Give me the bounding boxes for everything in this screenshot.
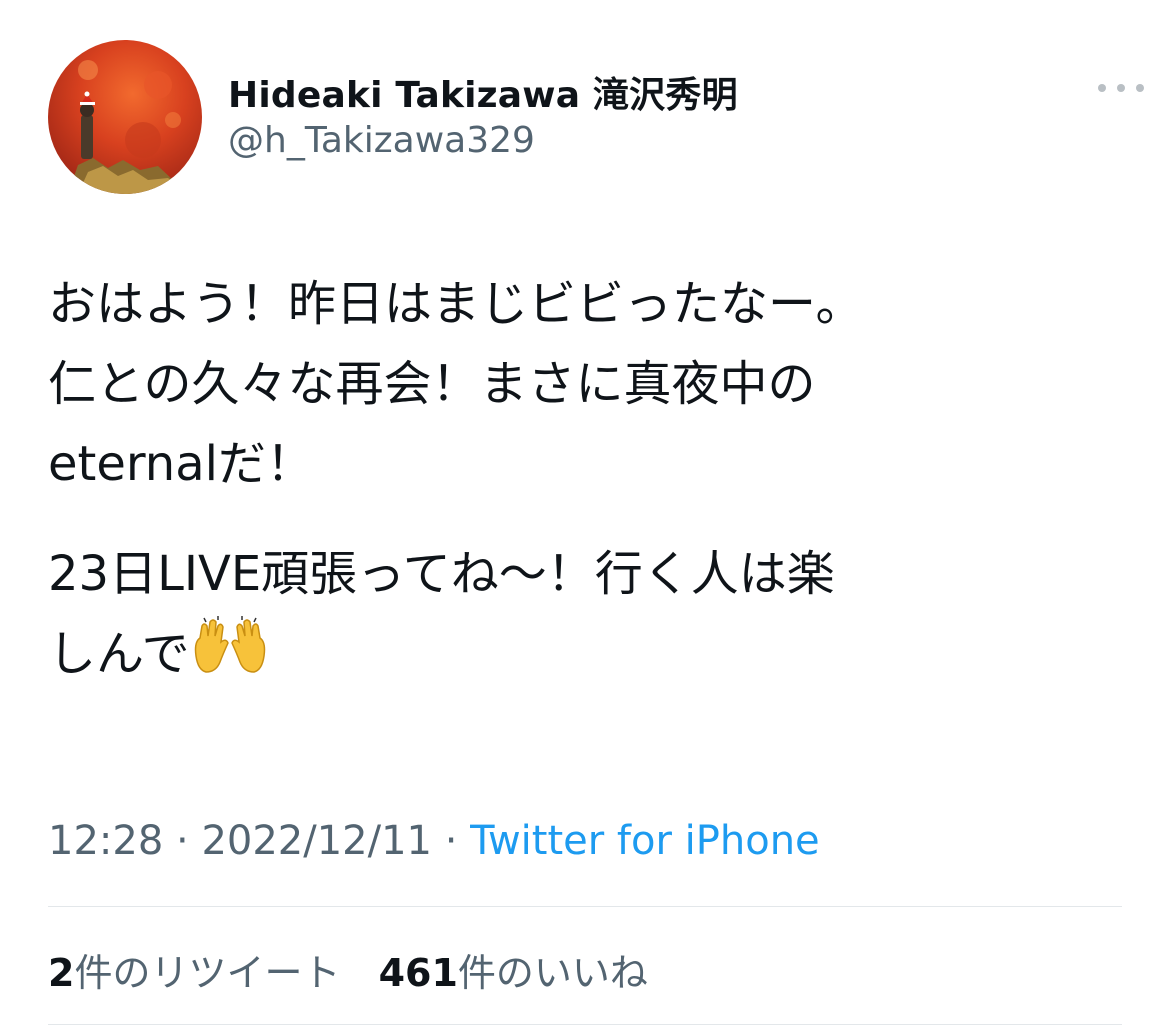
likes-count: 461 [378, 951, 458, 995]
tweet-line: しんで [48, 626, 190, 682]
tweet-line: 仁との久々な再会！まさに真夜中の [48, 356, 816, 412]
tweet-date[interactable]: 2022/12/11 [201, 818, 432, 864]
meta-separator: · [163, 818, 202, 864]
tweet-time[interactable]: 12:28 [48, 818, 163, 864]
author-name[interactable]: Hideaki Takizawa 滝沢秀明 [228, 66, 738, 118]
author-handle[interactable]: @h_Takizawa329 [228, 120, 535, 161]
more-horizontal-icon-dot [1117, 84, 1125, 92]
tweet-text: おはよう！昨日はまじビビったなー。 仁との久々な再会！まさに真夜中の etern… [48, 264, 1128, 694]
more-horizontal-icon [1098, 84, 1106, 92]
retweets-stat[interactable]: 2件のリツイート [48, 951, 340, 995]
more-options-button[interactable] [1098, 78, 1144, 98]
likes-label: 件のいいね [457, 951, 648, 995]
tweet-source-link[interactable]: Twitter for iPhone [470, 818, 820, 864]
more-horizontal-icon-dot [1136, 84, 1144, 92]
avatar-photo-icon [68, 60, 202, 194]
tweet-line: おはよう！昨日はまじビビったなー。 [48, 276, 864, 332]
divider [48, 906, 1122, 907]
divider [48, 1024, 1122, 1025]
tweet-stats: 2件のリツイート 461件のいいね [48, 942, 674, 997]
tweet-line: eternalだ！ [48, 436, 314, 492]
tweet-detail: Hideaki Takizawa 滝沢秀明 @h_Takizawa329 おはよ… [0, 0, 1170, 1028]
meta-separator: · [431, 818, 471, 864]
tweet-meta: 12:28 · 2022/12/11 · Twitter for iPhone [48, 818, 820, 864]
likes-stat[interactable]: 461件のいいね [379, 951, 648, 995]
retweets-count: 2 [48, 951, 75, 995]
avatar[interactable] [48, 40, 202, 194]
tweet-line: 23日LIVE頑張ってね〜！行く人は楽 [48, 546, 835, 602]
tweet-line-with-emoji: しんで [48, 614, 1128, 694]
raising-hands-icon [194, 616, 265, 673]
retweets-label: 件のリツイート [74, 951, 341, 995]
